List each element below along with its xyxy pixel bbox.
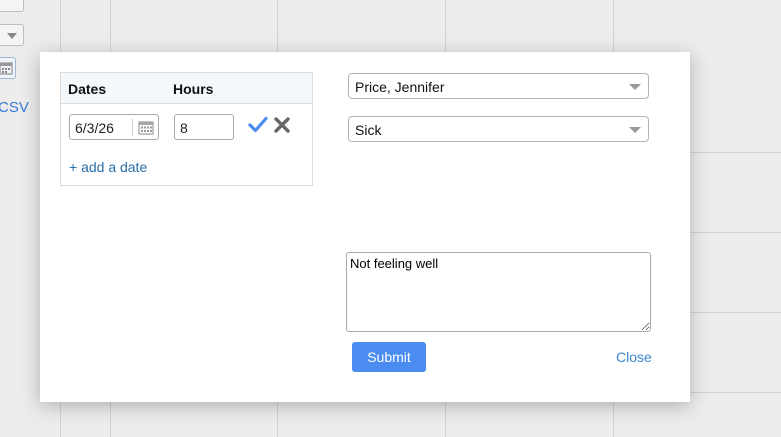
grid-line <box>690 232 781 233</box>
check-icon[interactable] <box>248 115 268 135</box>
date-field[interactable]: 6/3/26 <box>69 114 159 140</box>
background-toolbar: CSV <box>0 0 40 150</box>
close-x-icon[interactable] <box>273 116 291 134</box>
hours-column-header: Hours <box>173 81 214 97</box>
chevron-down-icon <box>629 127 641 133</box>
chevron-down-icon <box>7 33 17 39</box>
dates-panel: Dates Hours 6/3/26 8 + add a date <box>60 72 313 186</box>
dates-column-header: Dates <box>68 81 107 97</box>
notes-textarea[interactable]: Not feeling well <box>346 252 651 332</box>
export-csv-link[interactable]: CSV <box>0 99 29 116</box>
leave-type-select[interactable]: Sick <box>348 116 649 142</box>
divider <box>132 119 133 136</box>
add-date-link[interactable]: + add a date <box>69 159 147 175</box>
employee-select[interactable]: Price, Jennifer <box>348 73 649 99</box>
background-calendar-button[interactable] <box>0 57 16 79</box>
leave-type-value: Sick <box>355 122 382 138</box>
employee-value: Price, Jennifer <box>355 79 445 95</box>
grid-line <box>690 312 781 313</box>
chevron-down-icon <box>629 84 641 90</box>
dates-table-header: Dates Hours <box>61 73 312 104</box>
grid-line <box>690 392 781 393</box>
hours-field[interactable]: 8 <box>174 114 234 140</box>
calendar-icon <box>0 62 13 75</box>
grid-line <box>690 152 781 153</box>
submit-button[interactable]: Submit <box>352 342 426 372</box>
calendar-icon[interactable] <box>138 120 154 135</box>
background-select[interactable] <box>0 0 24 12</box>
time-off-dialog: Dates Hours 6/3/26 8 + add a date Price,… <box>40 52 690 402</box>
close-link[interactable]: Close <box>616 349 652 365</box>
hours-value: 8 <box>180 120 188 136</box>
date-value: 6/3/26 <box>75 120 114 136</box>
background-select[interactable] <box>0 24 24 46</box>
